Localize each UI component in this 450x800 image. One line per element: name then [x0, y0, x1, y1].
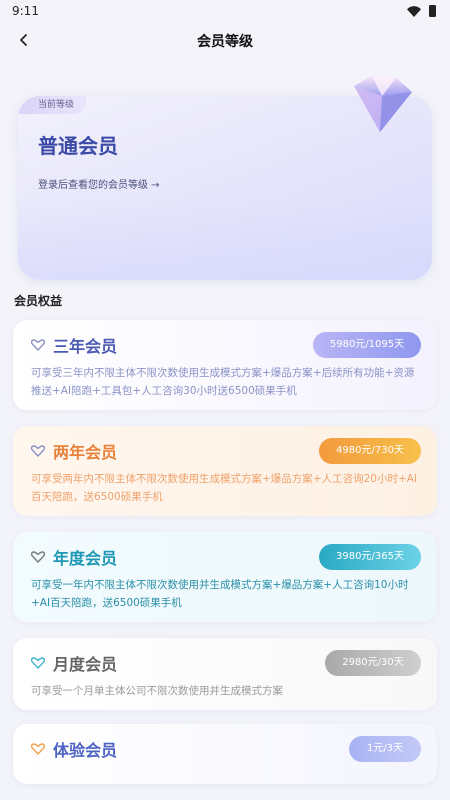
plan-header: 月度会员 2980元/30天 [31, 650, 421, 676]
hero-glow [18, 200, 432, 280]
status-icons [407, 5, 436, 17]
plan-name: 三年会员 [53, 337, 118, 356]
battery-icon [429, 5, 436, 17]
plan-price-badge[interactable]: 1元/3天 [349, 736, 421, 762]
plan-price-badge[interactable]: 4980元/730天 [319, 438, 421, 464]
plan-description: 可享受一年内不限主体不限次数使用并生成模式方案+爆品方案+人工咨询10小时+AI… [31, 579, 409, 609]
heart-badge-icon [31, 743, 45, 755]
plan-name: 两年会员 [53, 443, 118, 462]
plan-price-badge[interactable]: 5980元/1095天 [313, 332, 421, 358]
plan-description: 可享受两年内不限主体不限次数使用生成模式方案+爆品方案+人工咨询20小时+AI百… [31, 473, 418, 503]
plan-name: 年度会员 [53, 549, 118, 568]
heart-badge-icon [31, 657, 45, 669]
current-level-name: 普通会员 [38, 134, 118, 158]
plan-card-one-year[interactable]: 年度会员 3980元/365天 可享受一年内不限主体不限次数使用并生成模式方案+… [13, 532, 437, 622]
plan-description: 可享受三年内不限主体不限次数使用生成模式方案+爆品方案+后续所有功能+资源推送+… [31, 367, 415, 397]
plan-header: 年度会员 3980元/365天 [31, 544, 421, 570]
plan-card-trial[interactable]: 体验会员 1元/3天 [13, 724, 437, 784]
heart-badge-icon [31, 551, 45, 563]
plan-card-two-year[interactable]: 两年会员 4980元/730天 可享受两年内不限主体不限次数使用生成模式方案+爆… [13, 426, 437, 516]
nav-bar: 会员等级 [0, 22, 450, 60]
wifi-icon [407, 5, 421, 17]
current-level-tag: 当前等级 [18, 96, 87, 114]
plan-description: 可享受一个月单主体公司不限次数使用并生成模式方案 [31, 685, 283, 697]
heart-badge-icon [31, 445, 45, 457]
plan-price-badge[interactable]: 2980元/30天 [325, 650, 421, 676]
status-time: 9:11 [12, 4, 39, 18]
plan-header: 两年会员 4980元/730天 [31, 438, 421, 464]
login-hint-link[interactable]: 登录后查看您的会员等级 → [38, 176, 160, 191]
chevron-left-icon [20, 34, 27, 46]
plan-card-three-year[interactable]: 三年会员 5980元/1095天 可享受三年内不限主体不限次数使用生成模式方案+… [13, 320, 437, 410]
diamond-icon [354, 76, 412, 132]
plan-header: 体验会员 1元/3天 [31, 736, 421, 762]
status-bar: 9:11 [0, 0, 450, 22]
plan-card-monthly[interactable]: 月度会员 2980元/30天 可享受一个月单主体公司不限次数使用并生成模式方案 [13, 638, 437, 710]
plan-name: 体验会员 [53, 741, 118, 760]
heart-badge-icon [31, 339, 45, 351]
section-title-benefits: 会员权益 [14, 294, 63, 308]
back-button[interactable] [12, 28, 36, 52]
plan-price-badge[interactable]: 3980元/365天 [319, 544, 421, 570]
page-title: 会员等级 [197, 34, 253, 50]
plan-name: 月度会员 [53, 655, 118, 674]
plan-header: 三年会员 5980元/1095天 [31, 332, 421, 358]
